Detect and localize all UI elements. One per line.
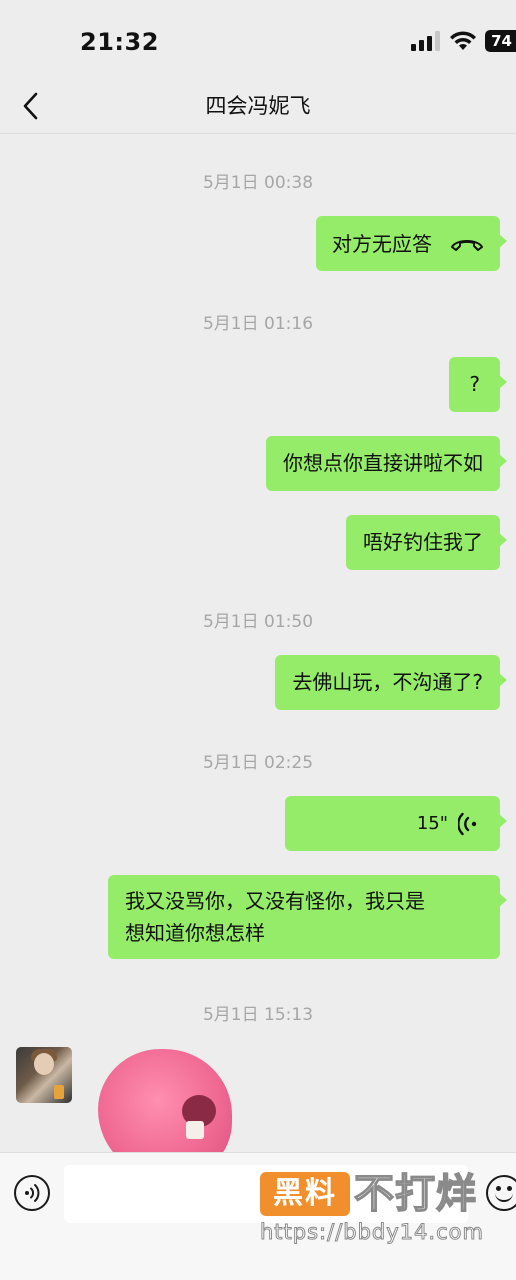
status-time: 21:32 — [80, 28, 159, 56]
voice-input-button[interactable] — [14, 1175, 50, 1211]
emoji-button[interactable] — [486, 1175, 516, 1211]
pink-blob-sticker — [98, 1049, 232, 1155]
voice-message-bubble[interactable]: 15" — [285, 796, 507, 851]
message-bubble[interactable]: 唔好钓住我了 — [346, 515, 507, 570]
message-line: 我又没骂你，又没有怪你，我只是 — [125, 889, 425, 913]
emoji-icon — [496, 1186, 501, 1191]
message-bubble[interactable]: 你想点你直接讲啦不如 — [266, 436, 507, 491]
phone-hangup-icon — [451, 239, 483, 251]
message-timestamp: 5月1日 01:50 — [202, 612, 314, 632]
chat-title: 四会冯妮飞 — [205, 94, 311, 118]
input-bar — [0, 1152, 516, 1280]
wifi-icon — [450, 31, 477, 50]
battery-indicator: 74 — [485, 30, 516, 52]
status-icons: 74 — [411, 30, 516, 52]
signal-icon — [411, 31, 441, 51]
message-bubble[interactable]: 去佛山玩，不沟通了? — [275, 655, 507, 710]
voice-wave-icon — [458, 812, 477, 835]
message-input[interactable] — [64, 1165, 468, 1223]
message-bubble-multiline[interactable]: 我又没骂你，又没有怪你，我只是 想知道你想怎样 — [108, 875, 507, 959]
sticker-message[interactable] — [92, 1045, 242, 1155]
voice-input-icon — [25, 1184, 40, 1202]
call-status-text: 对方无应答 — [332, 231, 432, 256]
message-line: 想知道你想怎样 — [125, 921, 265, 945]
message-timestamp: 5月1日 01:16 — [202, 314, 314, 334]
message-timestamp: 5月1日 00:38 — [202, 173, 314, 193]
message-bubble-question[interactable]: ? — [449, 357, 507, 412]
voice-duration: 15" — [416, 812, 448, 834]
call-record-bubble[interactable]: 对方无应答 — [316, 216, 507, 271]
contact-avatar[interactable] — [16, 1047, 72, 1103]
message-timestamp: 5月1日 02:25 — [202, 753, 314, 773]
status-bar: 21:32 74 — [0, 0, 516, 80]
chat-header: 四会冯妮飞 — [0, 80, 516, 134]
message-timestamp: 5月1日 15:13 — [202, 1005, 314, 1025]
